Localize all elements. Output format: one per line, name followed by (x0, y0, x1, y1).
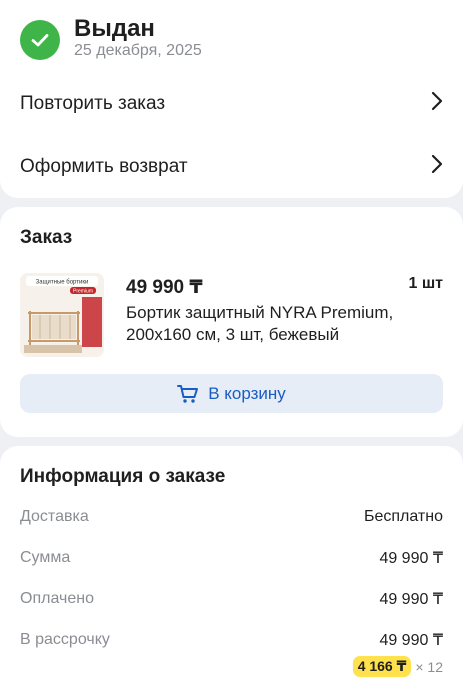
add-to-cart-button[interactable]: В корзину (20, 374, 443, 413)
status-date: 25 декабря, 2025 (74, 42, 202, 59)
return-order-button[interactable]: Оформить возврат (0, 147, 463, 187)
info-label: Доставка (20, 508, 89, 525)
info-label: Оплачено (20, 590, 94, 607)
info-label: Сумма (20, 549, 71, 566)
check-icon (20, 20, 60, 60)
installment-monthly-badge: 4 166 ₸ (352, 656, 412, 677)
product-image-tag: Premium (73, 289, 93, 295)
add-to-cart-label: В корзину (208, 383, 286, 403)
chevron-right-icon (431, 91, 443, 117)
order-info-title: Информация о заказе (20, 466, 226, 487)
info-row-sum: Сумма 49 990 ₸ (20, 548, 443, 568)
return-order-label: Оформить возврат (20, 156, 188, 177)
info-value: 49 990 ₸ (379, 550, 443, 567)
repeat-order-label: Повторить заказ (20, 93, 166, 114)
product-price: 49 990 ₸ (126, 277, 203, 298)
status-title: Выдан (74, 15, 155, 42)
info-label: В рассрочку (20, 631, 110, 648)
chevron-right-icon (431, 154, 443, 180)
product-image-heading: Защитные бортики (36, 280, 89, 286)
cart-icon (177, 384, 199, 403)
info-value: 49 990 ₸ (379, 591, 443, 608)
info-value: 49 990 ₸ (379, 632, 443, 649)
repeat-order-button[interactable]: Повторить заказ (0, 84, 463, 124)
order-section-title: Заказ (20, 227, 73, 248)
order-status-card: Выдан 25 декабря, 2025 Повторить заказ О… (0, 0, 463, 198)
info-row-delivery: Доставка Бесплатно (20, 508, 443, 526)
product-quantity: 1 шт (408, 275, 443, 292)
product-name[interactable]: Бортик защитный NYRA Premium, 200x160 см… (126, 302, 426, 346)
product-image[interactable]: Защитные бортики Premium (20, 273, 104, 357)
installment-months: × 12 (415, 658, 443, 675)
info-row-installment: В рассрочку 49 990 ₸ (20, 630, 443, 650)
installment-breakdown: 4 166 ₸ × 12 (352, 656, 443, 677)
info-value: Бесплатно (363, 508, 443, 525)
info-row-paid: Оплачено 49 990 ₸ (20, 589, 443, 609)
